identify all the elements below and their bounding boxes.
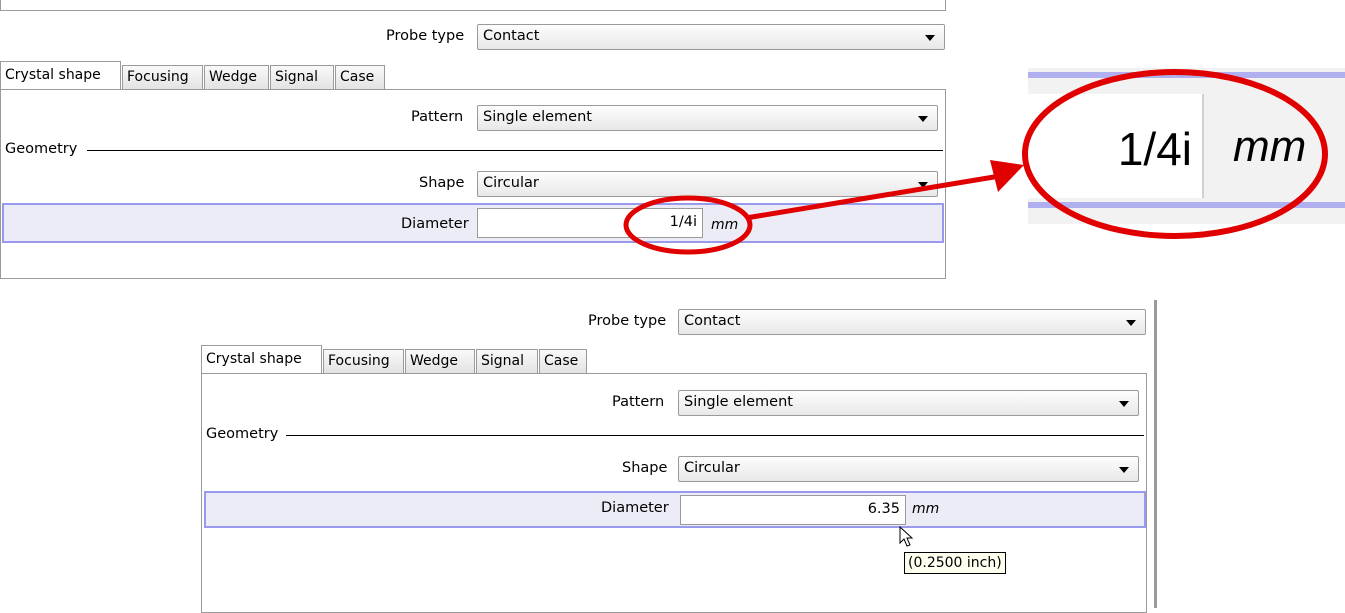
diameter-input[interactable]: 1/4i [477,208,703,238]
scrollbar-track[interactable] [1154,300,1157,608]
top-properties-panel: Probe type Contact Crystal shape Focusin… [0,0,948,279]
zoom-value: 1/4i [1117,123,1192,175]
zoom-inset: 1/4i mm [1028,68,1345,224]
pointer-arrow-head [990,160,1024,192]
bottom-properties-panel: Probe type Contact Crystal shape Focusin… [201,300,1161,613]
tab-case[interactable]: Case [335,65,385,89]
zoom-field: 1/4i [1028,94,1204,198]
diameter-input[interactable]: 6.35 [680,495,906,525]
chevron-down-icon[interactable] [918,116,928,122]
probe-type-value: Contact [684,313,741,329]
probe-type-label: Probe type [588,313,667,329]
diameter-tooltip: (0.2500 inch) [904,552,1006,574]
chevron-down-icon[interactable] [1119,467,1129,473]
diameter-row [204,491,1146,528]
diameter-value: 1/4i [669,214,697,230]
shape-dropdown[interactable]: Circular [678,456,1139,482]
pattern-label: Pattern [411,109,464,125]
zoom-top-band [1028,72,1345,78]
tab-content: Pattern Single element Geometry Shape Ci… [0,89,946,279]
tab-wedge[interactable]: Wedge [405,349,475,373]
tab-crystal-shape[interactable]: Crystal shape [0,61,121,90]
shape-label: Shape [419,175,465,191]
tab-focusing[interactable]: Focusing [122,65,203,89]
probe-type-dropdown[interactable]: Contact [678,309,1146,335]
shape-label: Shape [622,460,668,476]
panel-top-border [0,0,946,11]
pattern-label: Pattern [612,394,665,410]
zoom-unit: mm [1233,122,1307,171]
geometry-label: Geometry [206,426,279,442]
tab-crystal-shape[interactable]: Crystal shape [201,345,322,374]
tab-signal[interactable]: Signal [476,349,538,373]
diameter-label: Diameter [601,500,669,516]
tab-wedge[interactable]: Wedge [204,65,269,89]
tab-bar: Crystal shape Focusing Wedge Signal Case [0,61,400,90]
chevron-down-icon[interactable] [1119,401,1129,407]
tab-focusing[interactable]: Focusing [323,349,404,373]
mouse-cursor-icon [899,526,914,547]
chevron-down-icon[interactable] [1126,320,1136,326]
diameter-row [2,203,944,243]
tab-case[interactable]: Case [539,349,587,373]
chevron-down-icon[interactable] [925,35,935,41]
probe-type-value: Contact [483,28,540,44]
tab-signal[interactable]: Signal [270,65,334,89]
chevron-down-icon[interactable] [918,182,928,188]
diameter-unit: mm [711,217,739,233]
pattern-dropdown[interactable]: Single element [678,390,1139,416]
tab-bar: Crystal shape Focusing Wedge Signal Case [201,345,601,374]
shape-value: Circular [684,460,740,476]
probe-type-dropdown[interactable]: Contact [477,24,945,50]
pattern-value: Single element [483,109,592,125]
pattern-value: Single element [684,394,793,410]
geometry-divider [286,435,1144,436]
zoom-bottom-band [1028,202,1345,208]
geometry-label: Geometry [5,141,78,157]
tab-content: Pattern Single element Geometry Shape Ci… [201,373,1147,613]
shape-value: Circular [483,175,539,191]
pattern-dropdown[interactable]: Single element [477,105,938,131]
probe-type-label: Probe type [386,28,465,44]
diameter-unit: mm [912,501,940,517]
diameter-label: Diameter [401,216,469,232]
shape-dropdown[interactable]: Circular [477,171,938,197]
diameter-value: 6.35 [867,501,900,517]
geometry-divider [87,150,943,151]
